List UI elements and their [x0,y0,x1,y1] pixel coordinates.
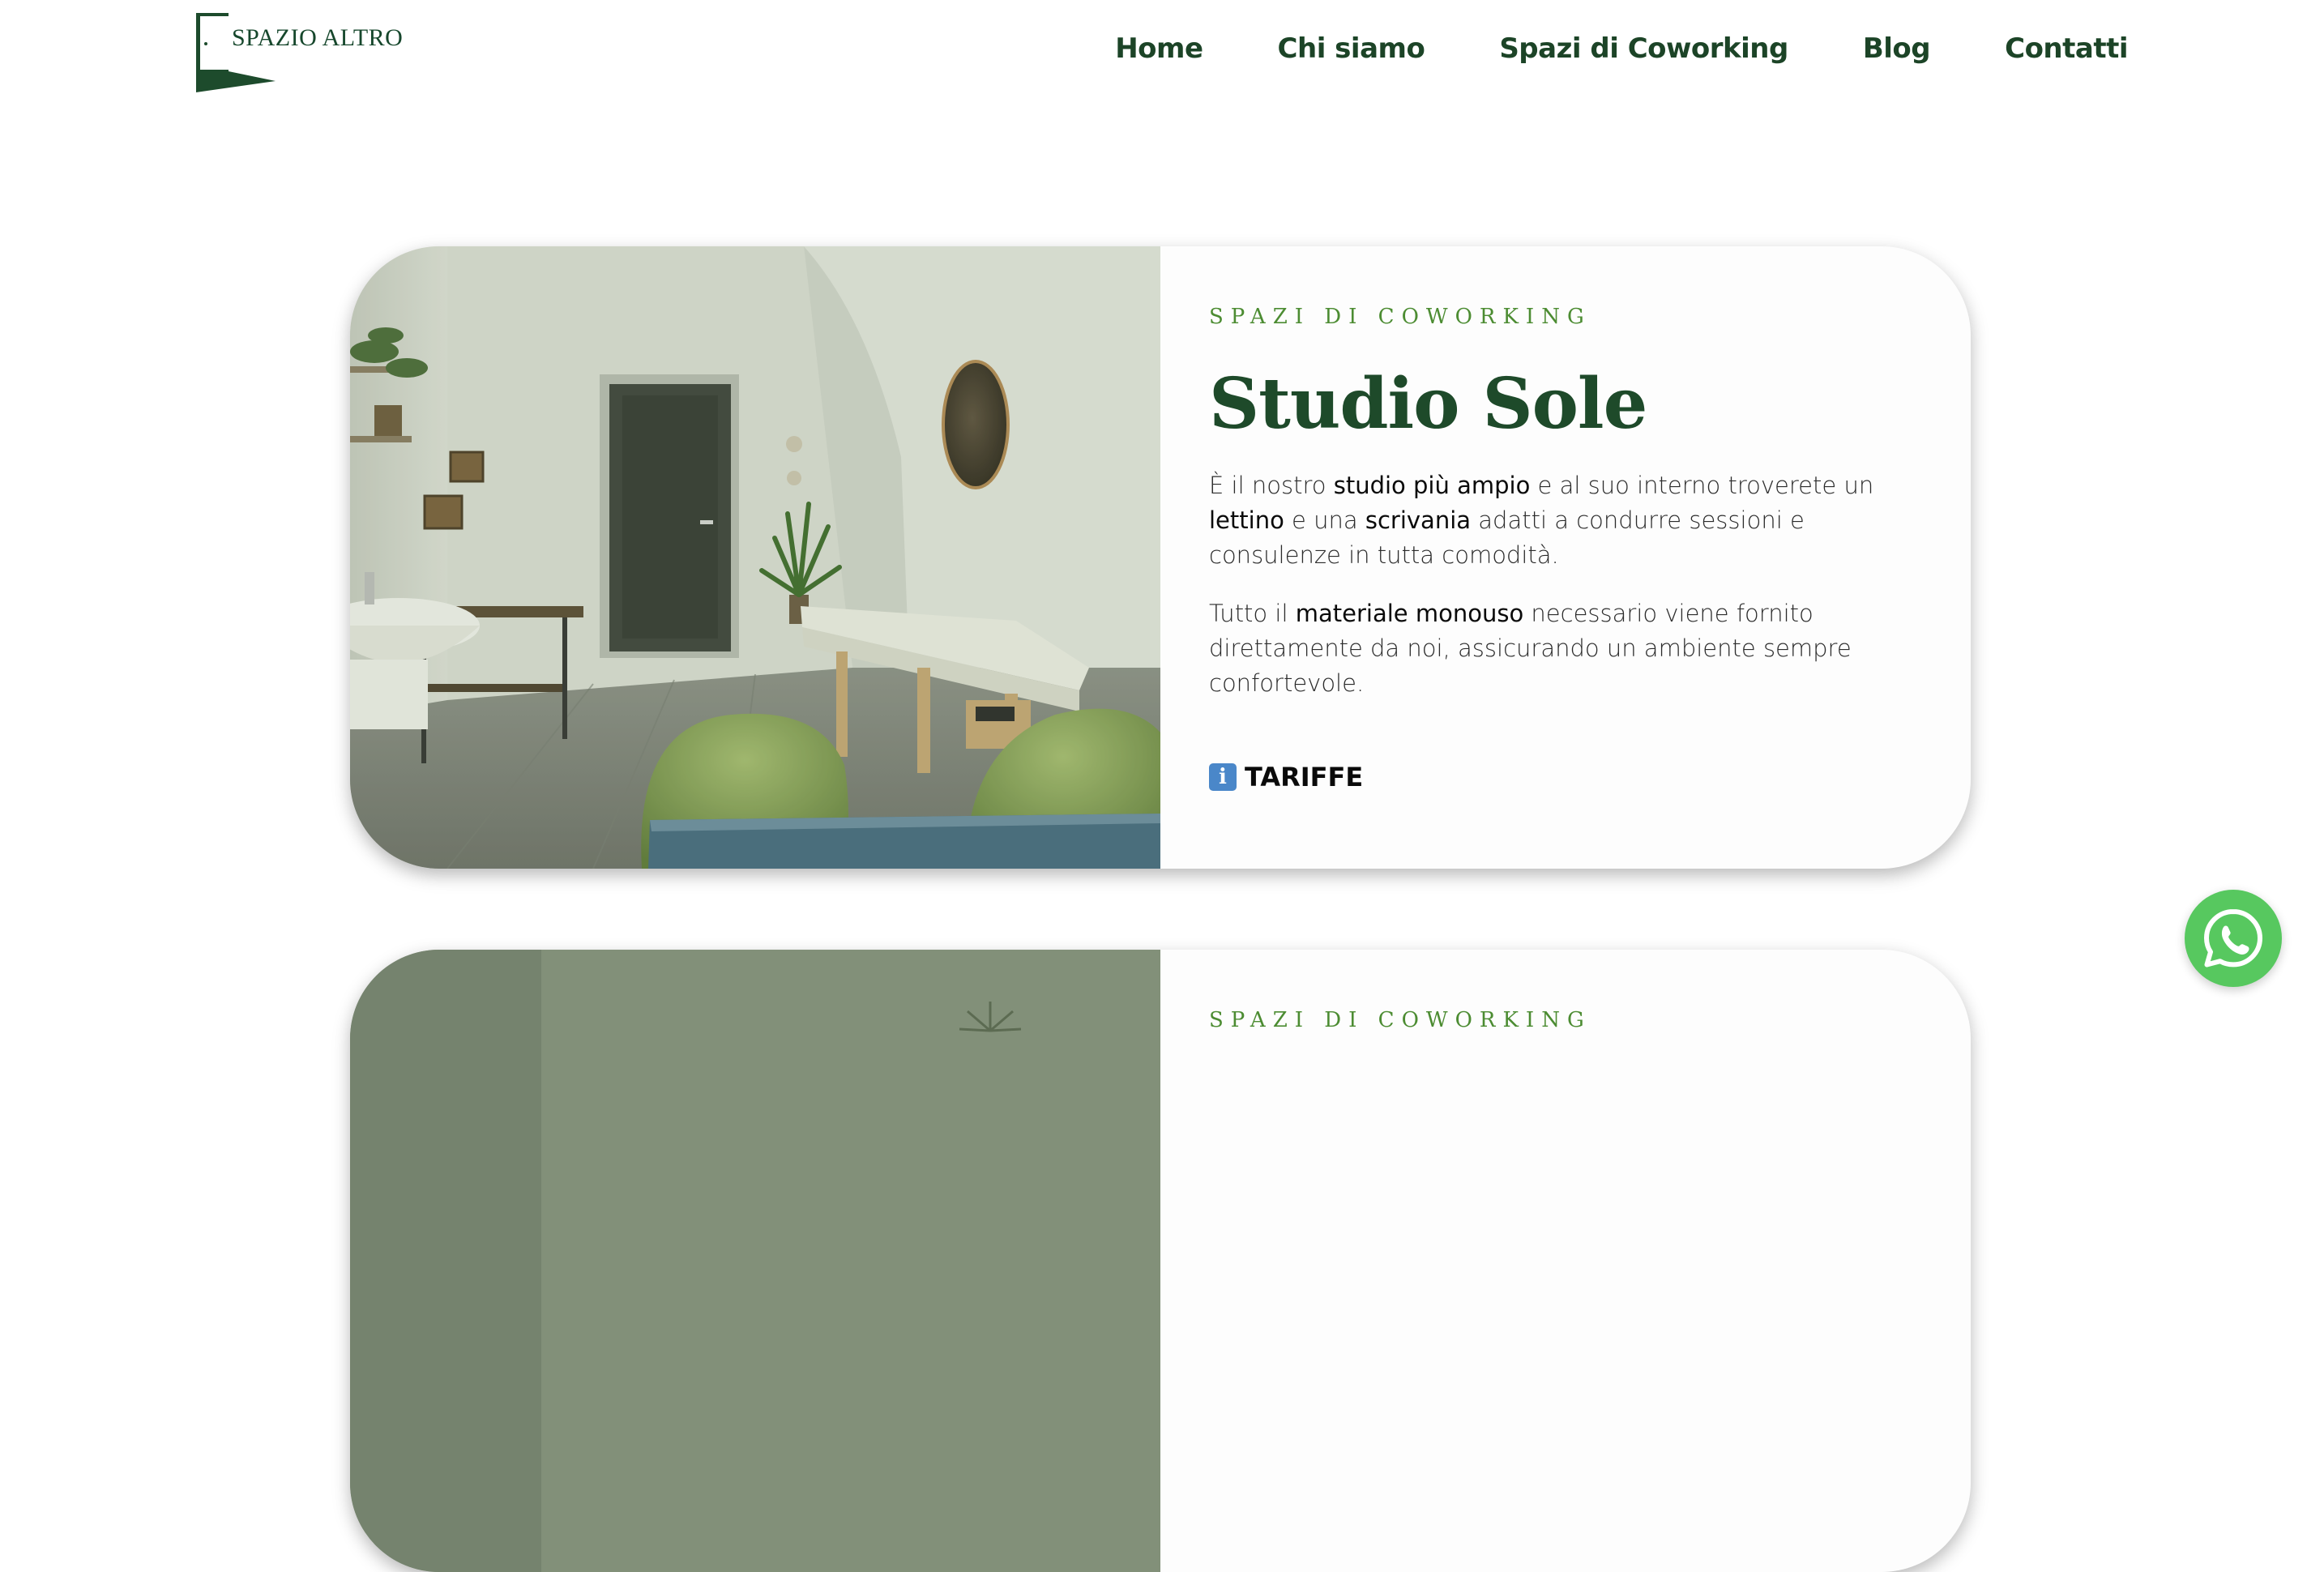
nav-blog[interactable]: Blog [1863,32,1931,65]
nav-contatti[interactable]: Contatti [2005,32,2128,65]
nav-spazi-coworking[interactable]: Spazi di Coworking [1499,32,1788,65]
logo[interactable]: SPAZIO ALTRO [194,11,405,94]
whatsapp-button[interactable] [2185,890,2282,987]
whatsapp-icon [2204,909,2262,968]
card-description: È il nostro studio più ampio e al suo in… [1209,472,1874,569]
tariffe-label: TARIFFE [1245,762,1364,792]
studio-photo [350,246,1160,869]
card-eyebrow: SPAZI DI COWORKING [1209,305,1591,329]
logo-text: SPAZIO ALTRO [232,24,404,51]
card-eyebrow: SPAZI DI COWORKING [1209,1008,1591,1032]
info-icon: i [1209,763,1237,791]
nav-home[interactable]: Home [1115,32,1203,65]
card-materials-note: Tutto il materiale monouso necessario vi… [1209,600,1852,697]
nav-chi-siamo[interactable]: Chi siamo [1278,32,1425,65]
studio-photo-2 [350,950,1160,1572]
studio-card: SPAZI DI COWORKING Studio Sole È il nost… [350,246,1971,869]
site-header: SPAZIO ALTRO Home Chi siamo Spazi di Cow… [0,0,2324,105]
tariffe-link[interactable]: i TARIFFE [1209,762,1363,792]
studio-card-2: SPAZI DI COWORKING [350,950,1971,1572]
card-title: Studio Sole [1209,363,1647,445]
studio-content: SPAZI DI COWORKING Studio Sole È il nost… [1209,246,1922,869]
studio-content-2: SPAZI DI COWORKING [1209,950,1922,1572]
main-nav: Home Chi siamo Spazi di Coworking Blog C… [1115,32,2128,65]
